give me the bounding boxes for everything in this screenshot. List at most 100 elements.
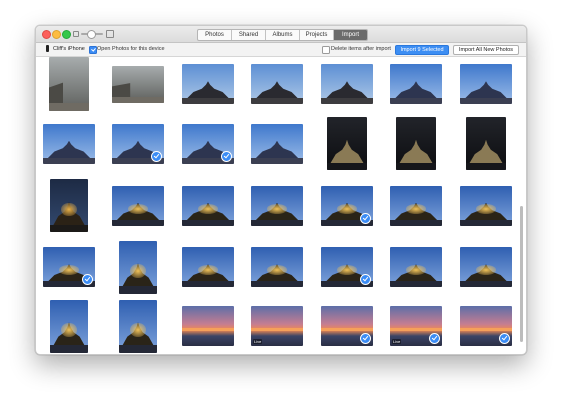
thumbnail-size-slider[interactable] — [73, 30, 114, 39]
mont-saint-michel-silhouette — [469, 139, 503, 164]
photo-thumbnail[interactable] — [251, 247, 303, 287]
delete-items-checkbox[interactable] — [322, 46, 330, 54]
foreground — [182, 219, 234, 226]
photo-thumbnail[interactable] — [182, 306, 234, 346]
selected-checkmark-icon — [360, 212, 371, 224]
mont-saint-michel-silhouette — [330, 139, 364, 164]
mont-saint-michel-silhouette — [325, 81, 369, 100]
foreground — [43, 157, 95, 164]
photos-window: Photos Shared Albums Projects Import Cli… — [35, 25, 527, 355]
photo-thumbnail[interactable] — [119, 299, 157, 353]
lights-glow — [130, 264, 146, 278]
small-thumbnail-icon — [73, 31, 79, 37]
horizon-band — [460, 328, 512, 332]
foreground — [460, 219, 512, 226]
photo-thumbnail[interactable] — [466, 117, 506, 170]
mont-saint-michel-silhouette — [255, 81, 299, 100]
large-thumbnail-icon — [106, 30, 114, 38]
foreground — [49, 103, 89, 111]
foreground — [182, 98, 234, 104]
photo-thumbnail[interactable] — [321, 247, 373, 287]
photo-thumbnail[interactable] — [43, 123, 95, 164]
foreground — [50, 345, 88, 353]
photo-thumbnail[interactable] — [112, 185, 164, 226]
zoom-window-button[interactable] — [62, 30, 71, 39]
foreground — [390, 281, 442, 287]
photo-thumbnail[interactable]: Live — [390, 306, 442, 346]
tab-projects[interactable]: Projects — [300, 30, 334, 40]
photo-thumbnail[interactable] — [251, 185, 303, 226]
lights-glow — [266, 203, 288, 214]
foreground — [119, 345, 157, 353]
live-photo-badge: Live — [392, 339, 402, 344]
selected-checkmark-icon — [429, 333, 440, 344]
foreground — [466, 162, 506, 170]
tab-photos[interactable]: Photos — [198, 30, 232, 40]
photo-thumbnail[interactable] — [390, 247, 442, 287]
mont-saint-michel-silhouette — [399, 139, 433, 164]
photo-thumbnail[interactable] — [396, 117, 436, 170]
horizon-band — [251, 328, 303, 332]
foreground — [396, 162, 436, 170]
foreground — [327, 162, 367, 170]
photo-thumbnail[interactable] — [321, 306, 373, 346]
tab-shared[interactable]: Shared — [232, 30, 266, 40]
delete-items-label: Delete items after import — [331, 46, 391, 52]
lights-glow — [197, 203, 219, 214]
import-toolbar: Cliff's iPhone Open Photos for this devi… — [36, 43, 526, 57]
foreground — [50, 224, 88, 232]
photo-thumbnail[interactable] — [50, 179, 88, 232]
photo-thumbnail[interactable] — [251, 123, 303, 164]
foreground — [460, 98, 512, 104]
tab-import[interactable]: Import — [334, 30, 367, 40]
open-photos-label: Open Photos for this device — [97, 46, 165, 52]
photo-thumbnail[interactable] — [50, 299, 88, 353]
foreground — [251, 219, 303, 226]
mont-saint-michel-silhouette — [255, 140, 299, 159]
close-window-button[interactable] — [42, 30, 51, 39]
photo-thumbnail[interactable] — [460, 306, 512, 346]
import-all-button[interactable]: Import All New Photos — [453, 45, 519, 55]
live-photo-badge: Live — [253, 339, 263, 344]
photo-thumbnail[interactable]: Live — [251, 306, 303, 346]
photo-thumbnail[interactable] — [390, 185, 442, 226]
foreground — [390, 219, 442, 226]
foreground — [119, 286, 157, 294]
minimize-window-button[interactable] — [52, 30, 61, 39]
photo-thumbnail[interactable] — [119, 240, 157, 294]
foreground — [460, 281, 512, 287]
mont-saint-michel-silhouette — [112, 83, 131, 99]
selected-checkmark-icon — [360, 333, 371, 344]
slider-knob[interactable] — [87, 30, 96, 39]
open-photos-checkbox[interactable] — [89, 46, 97, 54]
vertical-scrollbar[interactable] — [520, 206, 523, 342]
photo-thumbnail[interactable] — [182, 123, 234, 164]
photo-thumbnail[interactable] — [112, 123, 164, 164]
photo-thumbnail[interactable] — [112, 65, 164, 103]
foreground — [112, 97, 164, 103]
mont-saint-michel-silhouette — [394, 81, 438, 100]
lights-glow — [405, 203, 427, 214]
photo-thumbnail[interactable] — [460, 185, 512, 226]
selected-checkmark-icon — [82, 274, 93, 285]
selected-checkmark-icon — [499, 333, 510, 344]
photo-thumbnail[interactable] — [182, 64, 234, 104]
foreground — [390, 98, 442, 104]
photo-thumbnail[interactable] — [460, 64, 512, 104]
photo-thumbnail[interactable] — [327, 117, 367, 170]
tab-albums[interactable]: Albums — [266, 30, 300, 40]
photo-thumbnail[interactable] — [182, 185, 234, 226]
mont-saint-michel-silhouette — [47, 140, 91, 159]
photo-thumbnail[interactable] — [43, 247, 95, 287]
lights-glow — [61, 202, 77, 217]
photo-thumbnail[interactable] — [460, 247, 512, 287]
import-selected-button[interactable]: Import 9 Selected — [395, 45, 449, 55]
photo-thumbnail[interactable] — [390, 64, 442, 104]
foreground — [251, 281, 303, 287]
photo-thumbnail[interactable] — [182, 247, 234, 287]
photo-thumbnail[interactable] — [321, 185, 373, 226]
photo-thumbnail[interactable] — [321, 64, 373, 104]
selected-checkmark-icon — [360, 274, 371, 285]
photo-thumbnail[interactable] — [251, 64, 303, 104]
photo-thumbnail[interactable] — [49, 57, 89, 111]
